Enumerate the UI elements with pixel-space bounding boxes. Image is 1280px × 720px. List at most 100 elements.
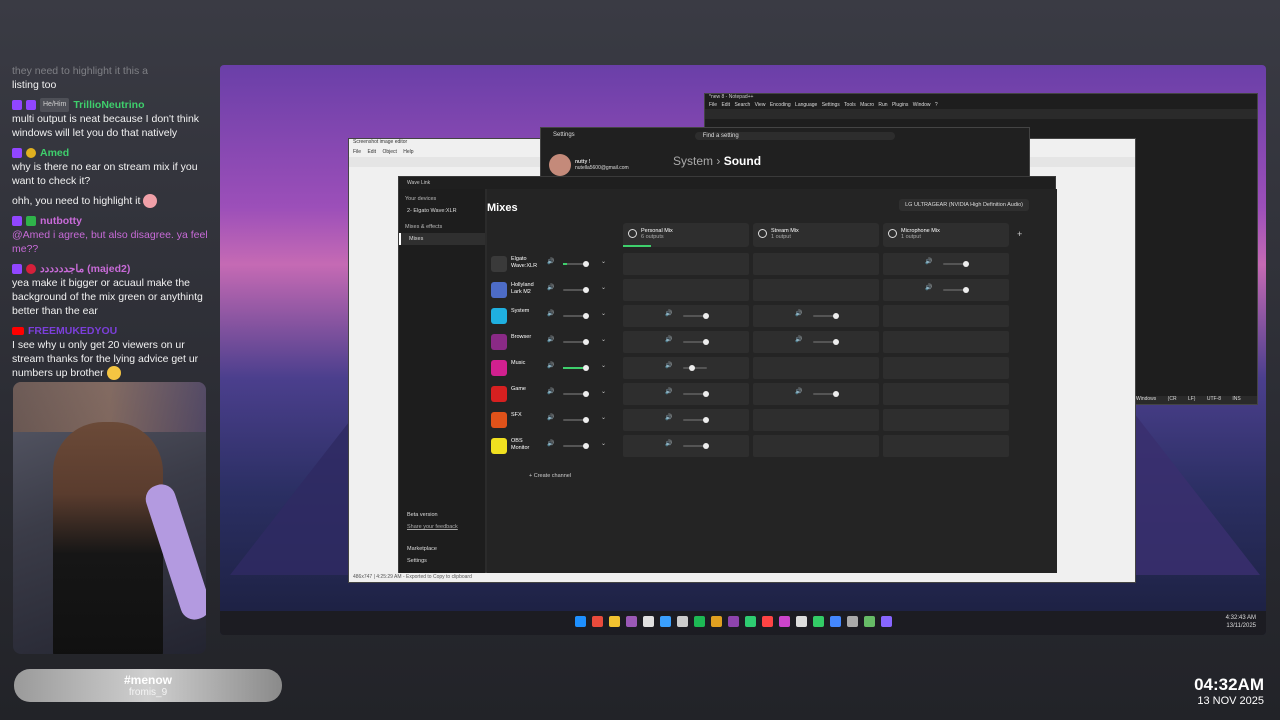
mix-cell[interactable]: 🔊 (753, 383, 879, 405)
slider-knob[interactable] (703, 391, 709, 397)
slider-knob[interactable] (689, 365, 695, 371)
slider-knob[interactable] (583, 417, 589, 423)
mix-cell[interactable] (753, 409, 879, 431)
slider-knob[interactable] (833, 391, 839, 397)
mix-header-personal[interactable]: Personal Mix 6 outputs (623, 223, 749, 247)
output-device-select[interactable]: LG ULTRAGEAR (NVIDIA High Definition Aud… (899, 199, 1029, 211)
mix-cell[interactable] (623, 279, 749, 301)
channel-volume-slider[interactable] (563, 261, 589, 267)
link-icon[interactable]: ⌄ (601, 388, 606, 395)
mix-volume-slider[interactable] (813, 313, 839, 319)
mix-volume-slider[interactable] (683, 313, 709, 319)
mix-cell[interactable] (883, 409, 1009, 431)
slider-knob[interactable] (963, 287, 969, 293)
taskbar-app-icon[interactable] (847, 616, 858, 627)
slider-knob[interactable] (583, 287, 589, 293)
notepad-toolbar[interactable] (705, 109, 1257, 119)
sidebar-item-marketplace[interactable]: Marketplace (399, 543, 485, 555)
speaker-icon[interactable]: 🔊 (665, 336, 672, 343)
channel-strip[interactable]: SFX 🔊 ⌄ (489, 409, 617, 431)
speaker-icon[interactable]: 🔊 (665, 388, 672, 395)
sidebar-item-device[interactable]: 2- Elgato Wave:XLR (399, 205, 485, 217)
feedback-link[interactable]: Share your feedback (399, 521, 485, 533)
mix-cell[interactable]: 🔊 (623, 435, 749, 457)
speaker-icon[interactable]: 🔊 (547, 258, 554, 265)
slider-knob[interactable] (703, 339, 709, 345)
taskbar-app-icon[interactable] (779, 616, 790, 627)
link-icon[interactable]: ⌄ (601, 440, 606, 447)
speaker-icon[interactable]: 🔊 (665, 440, 672, 447)
mix-volume-slider[interactable] (813, 391, 839, 397)
mix-cell[interactable] (623, 253, 749, 275)
slider-knob[interactable] (583, 313, 589, 319)
system-tray[interactable]: 4:32:43 AM 13/11/2025 (1226, 614, 1256, 630)
channel-volume-slider[interactable] (563, 313, 589, 319)
mix-cell[interactable]: 🔊 (623, 357, 749, 379)
mix-cell[interactable] (883, 435, 1009, 457)
channel-strip[interactable]: Hollyland Lark M2 🔊 ⌄ (489, 279, 617, 301)
link-icon[interactable]: ⌄ (601, 284, 606, 291)
taskbar-app-icon[interactable] (626, 616, 637, 627)
slider-knob[interactable] (833, 339, 839, 345)
mix-header-stream[interactable]: Stream Mix 1 output (753, 223, 879, 247)
mix-cell[interactable] (883, 357, 1009, 379)
mix-cell[interactable] (753, 253, 879, 275)
slider-knob[interactable] (583, 443, 589, 449)
taskbar-app-icon[interactable] (796, 616, 807, 627)
mix-cell[interactable] (883, 305, 1009, 327)
mix-cell[interactable] (883, 383, 1009, 405)
speaker-icon[interactable]: 🔊 (795, 310, 802, 317)
channel-strip[interactable]: Game 🔊 ⌄ (489, 383, 617, 405)
channel-volume-slider[interactable] (563, 391, 589, 397)
slider-knob[interactable] (703, 313, 709, 319)
slider-knob[interactable] (703, 417, 709, 423)
sidebar-item-settings[interactable]: Settings (399, 555, 485, 567)
slider-knob[interactable] (583, 261, 589, 267)
speaker-icon[interactable]: 🔊 (547, 310, 554, 317)
taskbar-app-icon[interactable] (881, 616, 892, 627)
slider-knob[interactable] (583, 365, 589, 371)
mix-cell[interactable] (753, 279, 879, 301)
notepad-menu[interactable]: File Edit Search View Encoding Language … (705, 102, 1257, 109)
slider-knob[interactable] (583, 391, 589, 397)
speaker-icon[interactable]: 🔊 (665, 310, 672, 317)
taskbar-app-icon[interactable] (864, 616, 875, 627)
mix-cell[interactable]: 🔊 (623, 409, 749, 431)
taskbar-app-icon[interactable] (762, 616, 773, 627)
link-icon[interactable]: ⌄ (601, 310, 606, 317)
taskbar-app-icon[interactable] (609, 616, 620, 627)
mix-cell[interactable]: 🔊 (883, 279, 1009, 301)
speaker-icon[interactable]: 🔊 (547, 440, 554, 447)
channel-volume-slider[interactable] (563, 365, 589, 371)
mix-volume-slider[interactable] (683, 339, 709, 345)
speaker-icon[interactable]: 🔊 (547, 362, 554, 369)
channel-strip[interactable]: OBS Monitor 🔊 ⌄ (489, 435, 617, 457)
speaker-icon[interactable]: 🔊 (795, 336, 802, 343)
mix-cell[interactable]: 🔊 (883, 253, 1009, 275)
taskbar-app-icon[interactable] (728, 616, 739, 627)
mix-header-microphone[interactable]: Microphone Mix 1 output (883, 223, 1009, 247)
channel-volume-slider[interactable] (563, 287, 589, 293)
speaker-icon[interactable]: 🔊 (925, 258, 932, 265)
mix-volume-slider[interactable] (683, 391, 709, 397)
mix-cell[interactable]: 🔊 (753, 331, 879, 353)
taskbar-app-icon[interactable] (677, 616, 688, 627)
speaker-icon[interactable]: 🔊 (925, 284, 932, 291)
breadcrumb-parent[interactable]: System (673, 154, 713, 168)
mix-cell[interactable] (753, 357, 879, 379)
taskbar-app-icon[interactable] (660, 616, 671, 627)
slider-knob[interactable] (583, 339, 589, 345)
speaker-icon[interactable]: 🔊 (547, 414, 554, 421)
settings-search-input[interactable]: Find a setting (694, 132, 895, 140)
mix-volume-slider[interactable] (683, 365, 707, 371)
channel-strip[interactable]: System 🔊 ⌄ (489, 305, 617, 327)
mix-volume-slider[interactable] (943, 287, 969, 293)
channel-strip[interactable]: Browser 🔊 ⌄ (489, 331, 617, 353)
create-channel-button[interactable]: + Create channel (529, 473, 571, 479)
wavelink-window[interactable]: Wave Link Your devices 2- Elgato Wave:XL… (398, 176, 1057, 573)
sidebar-item-mixes[interactable]: Mixes (399, 233, 485, 245)
link-icon[interactable]: ⌄ (601, 258, 606, 265)
taskbar-app-icon[interactable] (711, 616, 722, 627)
taskbar-app-icon[interactable] (643, 616, 654, 627)
channel-strip[interactable]: Elgato Wave:XLR 🔊 ⌄ (489, 253, 617, 275)
